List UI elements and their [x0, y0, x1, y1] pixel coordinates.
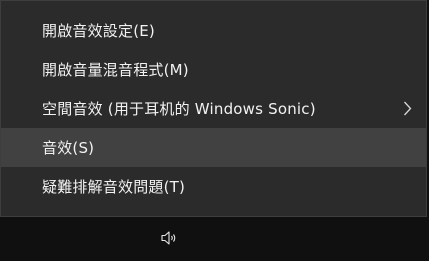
- volume-context-menu: 開啟音效設定(E) 開啟音量混音程式(M) 空間音效 (用于耳机的 Window…: [0, 0, 427, 217]
- menu-item-label: 音效(S): [42, 139, 95, 157]
- menu-item-sounds[interactable]: 音效(S): [1, 128, 426, 167]
- menu-item-label: 疑難排解音效問題(T): [42, 178, 186, 196]
- chevron-right-icon: [402, 101, 412, 117]
- taskbar: [0, 217, 429, 261]
- desktop-screen: 開啟音效設定(E) 開啟音量混音程式(M) 空間音效 (用于耳机的 Window…: [0, 0, 429, 261]
- menu-item-open-sound-settings[interactable]: 開啟音效設定(E): [1, 11, 426, 50]
- menu-item-open-volume-mixer[interactable]: 開啟音量混音程式(M): [1, 50, 426, 89]
- menu-item-label: 空間音效 (用于耳机的 Windows Sonic): [42, 100, 316, 118]
- menu-item-label: 開啟音量混音程式(M): [42, 61, 189, 79]
- speaker-volume-icon[interactable]: [158, 228, 182, 248]
- menu-item-troubleshoot-sound[interactable]: 疑難排解音效問題(T): [1, 167, 426, 206]
- menu-item-label: 開啟音效設定(E): [42, 22, 155, 40]
- menu-item-spatial-sound[interactable]: 空間音效 (用于耳机的 Windows Sonic): [1, 89, 426, 128]
